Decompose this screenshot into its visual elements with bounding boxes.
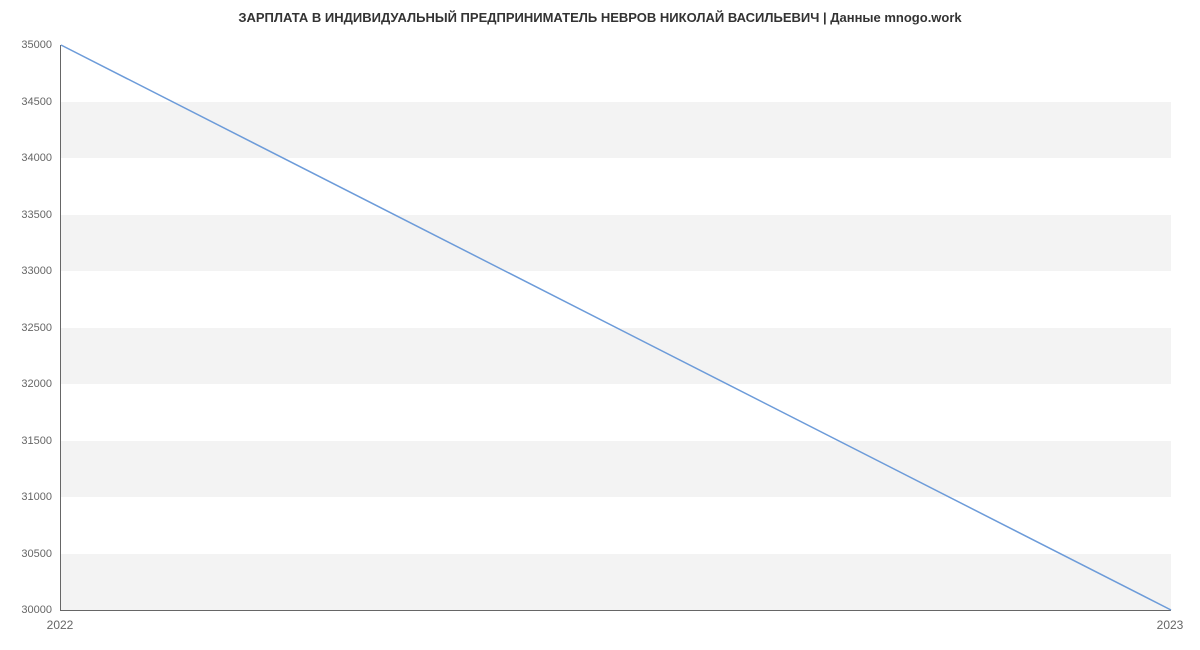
- chart-container: ЗАРПЛАТА В ИНДИВИДУАЛЬНЫЙ ПРЕДПРИНИМАТЕЛ…: [0, 0, 1200, 650]
- data-line: [61, 45, 1171, 610]
- y-tick-label: 31000: [0, 491, 52, 503]
- y-tick-label: 30000: [0, 604, 52, 616]
- y-tick-label: 30500: [0, 548, 52, 560]
- y-tick-label: 34000: [0, 152, 52, 164]
- chart-title: ЗАРПЛАТА В ИНДИВИДУАЛЬНЫЙ ПРЕДПРИНИМАТЕЛ…: [0, 0, 1200, 38]
- y-tick-label: 32000: [0, 378, 52, 390]
- line-series: [61, 45, 1171, 610]
- x-tick-label: 2023: [1157, 618, 1184, 632]
- y-tick-label: 31500: [0, 435, 52, 447]
- y-tick-label: 34500: [0, 96, 52, 108]
- y-tick-label: 33500: [0, 209, 52, 221]
- plot-area: [60, 45, 1171, 611]
- y-tick-label: 32500: [0, 322, 52, 334]
- y-tick-label: 33000: [0, 265, 52, 277]
- x-tick-label: 2022: [47, 618, 74, 632]
- y-tick-label: 35000: [0, 39, 52, 51]
